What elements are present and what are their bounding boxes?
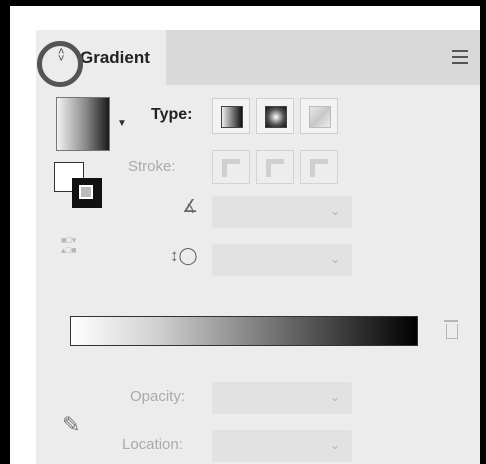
highlight-circle-annotation [37,41,83,87]
hamburger-menu-icon[interactable] [452,50,468,68]
aspect-ratio-icon: ↕◯ [170,246,198,265]
reverse-gradient-icon[interactable]: ■□▾ ▴□■ [61,235,89,257]
radial-gradient-icon[interactable] [256,98,294,134]
angle-dropdown[interactable]: ⌄ [212,196,352,228]
delete-stop-icon[interactable] [444,320,458,339]
freeform-gradient-icon[interactable] [300,98,338,134]
stroke-across-icon[interactable] [300,150,338,184]
tab-title: Gradient [80,48,150,67]
eyedropper-icon[interactable]: ✎ [62,412,80,438]
panel-tab-bar: ˄ ˅ Gradient [36,30,480,85]
stroke-label: Stroke: [128,158,176,175]
aspect-ratio-dropdown[interactable]: ⌄ [212,244,352,276]
chevron-down-icon: ⌄ [329,390,340,404]
linear-gradient-icon[interactable] [212,98,250,134]
chevron-down-icon: ⌄ [329,252,340,266]
gradient-fill-swatch[interactable] [56,97,110,151]
chevron-down-icon: ⌄ [329,204,340,218]
angle-icon: ∡ [182,196,199,216]
gradient-slider[interactable] [70,316,418,346]
chevron-down-icon: ⌄ [329,438,340,452]
type-label: Type: [151,106,193,123]
gradient-panel: ˄ ˅ Gradient ▼ ■□▾ ▴□■ Type: Stroke: ∡ ⌄ ↕… [36,30,480,464]
stroke-along-icon[interactable] [256,150,294,184]
opacity-dropdown[interactable]: ⌄ [212,382,352,414]
location-dropdown[interactable]: ⌄ [212,430,352,462]
swatch-dropdown-caret-icon[interactable]: ▼ [117,118,127,129]
opacity-label: Opacity: [130,388,186,405]
location-label: Location: [122,436,183,453]
stroke-box-icon[interactable] [72,178,102,208]
stroke-within-icon[interactable] [212,150,250,184]
